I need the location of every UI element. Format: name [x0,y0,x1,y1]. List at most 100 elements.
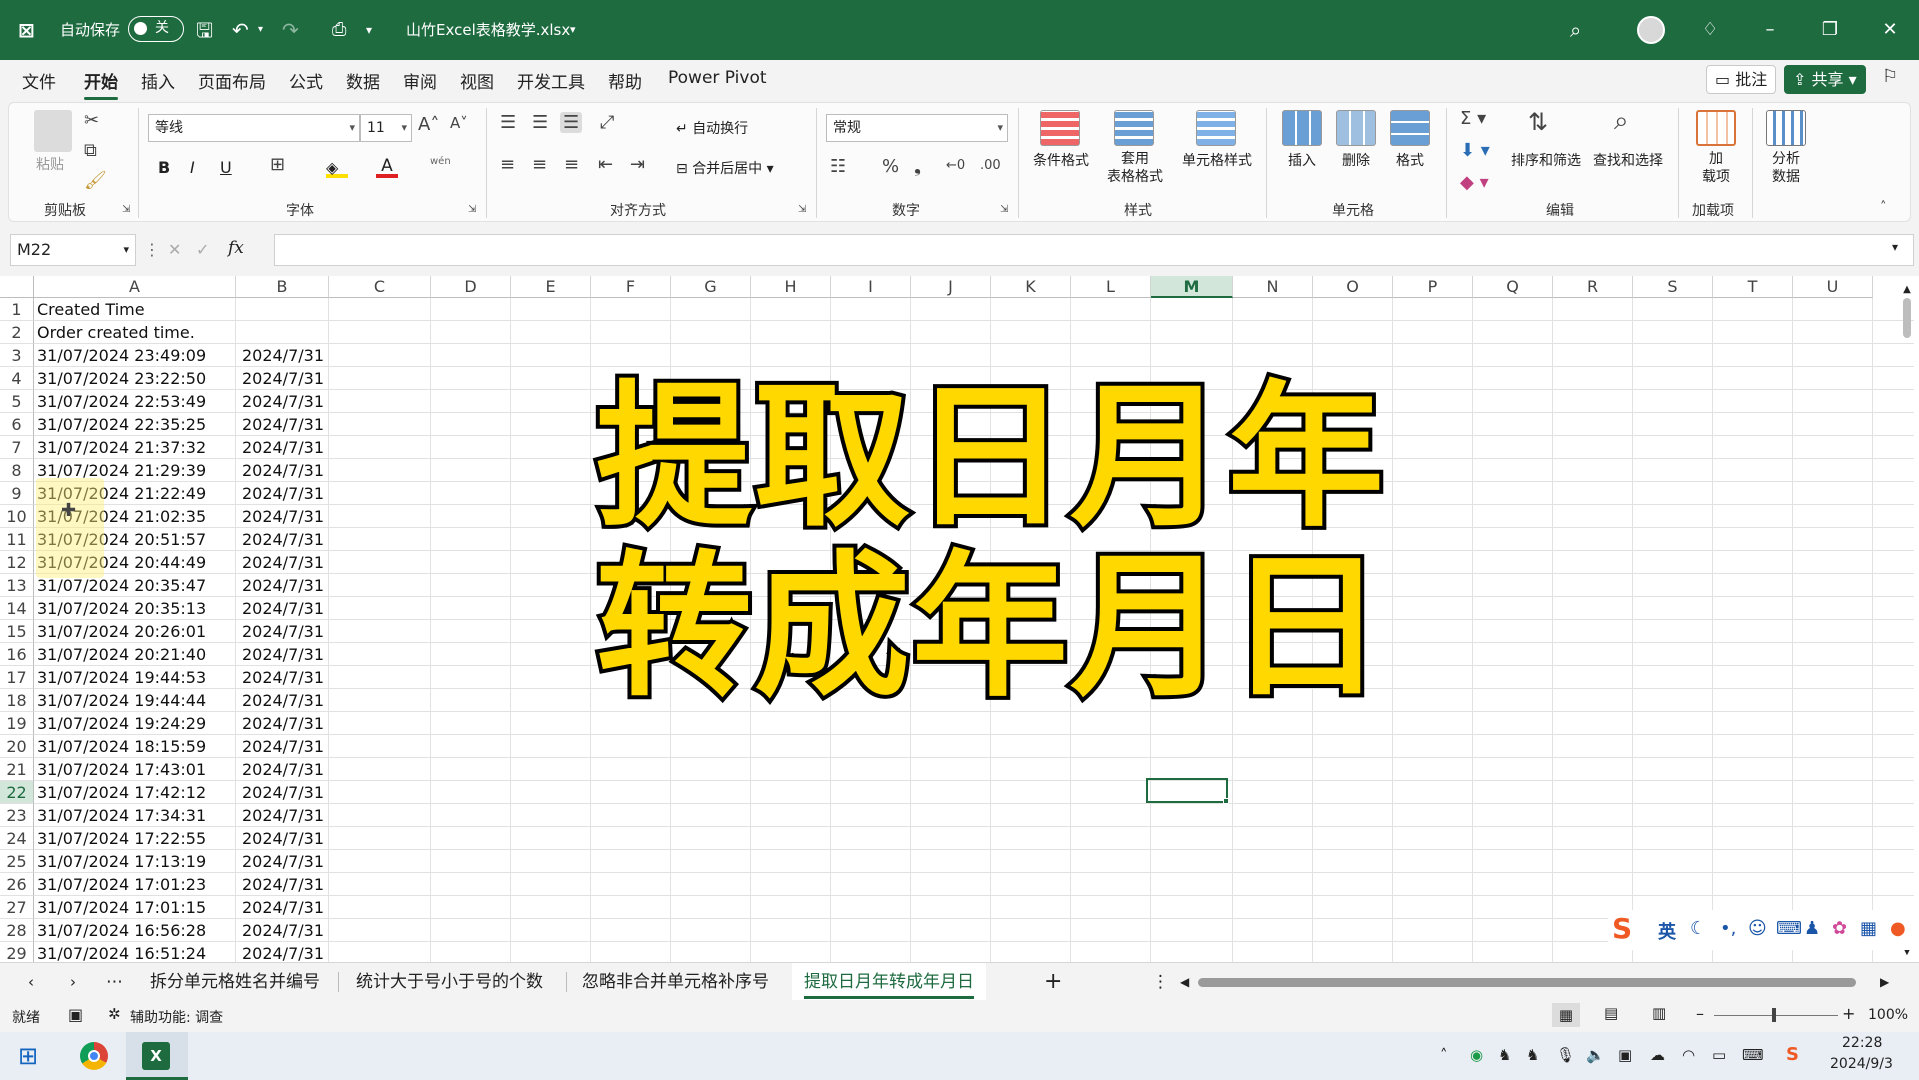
tab-review[interactable]: 审阅 [403,68,437,93]
row-header[interactable]: 3 [0,344,34,367]
cell-B[interactable] [236,321,324,344]
tray-qq-icon[interactable]: ♞ [1498,1046,1511,1064]
tray-battery-icon[interactable]: ▭ [1712,1046,1726,1064]
percent-icon[interactable]: % [882,156,899,177]
column-header-N[interactable]: N [1233,276,1313,298]
cell-A[interactable]: 31/07/2024 23:22:50 [37,367,206,390]
font-color-icon[interactable]: A [376,156,398,178]
insert-function-button[interactable]: fx [228,238,244,258]
taskbar-date[interactable]: 2024/9/3 [1830,1056,1893,1072]
column-header-P[interactable]: P [1393,276,1473,298]
row-header[interactable]: 28 [0,919,34,942]
hscroll-right-icon[interactable]: ▶ [1880,963,1889,1001]
row-header[interactable]: 17 [0,666,34,689]
sheet-tab-active[interactable]: 提取日月年转成年月日 [792,963,986,1001]
bold-button[interactable]: B [158,158,170,177]
tray-volume-icon[interactable]: 🔈 [1586,1046,1605,1064]
save-icon[interactable]: 🖫 [196,0,213,60]
paste-label[interactable]: 粘贴 [36,154,64,174]
ime-punct-icon[interactable]: •, [1720,918,1736,939]
find-select-button[interactable]: 查找和选择 [1588,150,1668,170]
merge-center-button[interactable]: ⊟ 合并后居中 ▾ [676,158,774,178]
tray-qq2-icon[interactable]: ♞ [1526,1046,1539,1064]
font-name-select[interactable]: 等线 ▾ [148,114,360,142]
tray-wechat-icon[interactable]: ◉ [1470,1046,1483,1064]
tray-display-icon[interactable]: ▣ [1618,1046,1632,1064]
cell-B[interactable]: 2024/7/31 [236,597,324,620]
cell-A[interactable]: 31/07/2024 22:35:25 [37,413,206,436]
column-header-T[interactable]: T [1713,276,1793,298]
row-header[interactable]: 1 [0,298,34,321]
zoom-out-icon[interactable]: – [1696,1004,1704,1023]
excel-taskbar-button[interactable]: X [126,1032,188,1080]
column-header-R[interactable]: R [1553,276,1633,298]
cell-A[interactable]: 31/07/2024 19:24:29 [37,712,206,735]
cancel-icon[interactable]: ✕ [168,240,181,259]
cell-B[interactable]: 2024/7/31 [236,505,324,528]
accessibility-status[interactable]: 辅助功能: 调查 [130,1007,223,1027]
collapse-ribbon-icon[interactable]: ˄ [1880,200,1887,215]
cell-B[interactable]: 2024/7/31 [236,735,324,758]
fill-handle[interactable] [1223,798,1229,804]
cell-A[interactable]: 31/07/2024 17:01:15 [37,896,206,919]
hscroll-left-icon[interactable]: ◀ [1180,963,1189,1001]
active-cell-M22[interactable] [1146,778,1228,803]
expand-formula-icon[interactable]: ▾ [1892,240,1898,254]
name-box[interactable]: M22 ▾ [10,234,136,266]
conditional-formatting-icon[interactable] [1040,110,1080,146]
cell-B[interactable]: 2024/7/31 [236,781,324,804]
insert-cells-button[interactable]: 插入 [1280,150,1324,170]
number-launcher-icon[interactable]: ⇲ [1000,204,1008,215]
align-middle-icon[interactable]: ☰ [532,112,548,133]
analyze-data-button[interactable]: 分析 数据 [1764,150,1808,186]
cell-A[interactable]: Order created time. [37,321,195,344]
taskbar-time[interactable]: 22:28 [1842,1035,1882,1051]
sheet-tab[interactable]: 忽略非合并单元格补序号 [582,963,769,1001]
cell-styles-icon[interactable] [1196,110,1236,146]
row-header[interactable]: 24 [0,827,34,850]
tray-cloud-icon[interactable]: ☁ [1650,1046,1665,1064]
alignment-launcher-icon[interactable]: ⇲ [798,204,806,215]
decrease-font-icon[interactable]: A˅ [450,114,468,132]
avatar[interactable] [1637,16,1665,44]
align-top-icon[interactable]: ☰ [500,112,516,133]
align-right-icon[interactable]: ≡ [564,154,579,175]
format-as-table-icon[interactable] [1114,110,1154,146]
filename-chevron-icon[interactable]: ▾ [570,0,576,60]
format-cells-icon[interactable] [1390,110,1430,146]
cell-B[interactable]: 2024/7/31 [236,919,324,942]
tab-insert[interactable]: 插入 [141,68,175,93]
copy-icon[interactable]: ⧉ [84,140,97,161]
phonetic-icon[interactable]: wén [430,156,451,167]
column-header-B[interactable]: B [236,276,329,298]
format-as-table-button[interactable]: 套用 表格格式 [1096,150,1174,186]
column-header-S[interactable]: S [1633,276,1713,298]
ime-mascot-icon[interactable]: ● [1890,918,1906,939]
cell-B[interactable] [236,298,324,321]
column-header-J[interactable]: J [911,276,991,298]
cell-B[interactable]: 2024/7/31 [236,758,324,781]
cell-B[interactable]: 2024/7/31 [236,390,324,413]
cell-A[interactable]: 31/07/2024 19:44:44 [37,689,206,712]
tab-formulas[interactable]: 公式 [289,68,323,93]
clear-icon[interactable]: ◆ ▾ [1460,172,1489,193]
column-header-H[interactable]: H [751,276,831,298]
ime-user-icon[interactable]: ♟ [1804,918,1820,939]
cell-B[interactable]: 2024/7/31 [236,551,324,574]
cell-B[interactable]: 2024/7/31 [236,850,324,873]
horizontal-scrollbar-thumb[interactable] [1198,978,1856,987]
cell-B[interactable]: 2024/7/31 [236,804,324,827]
tray-expand-icon[interactable]: ˄ [1440,1046,1448,1064]
row-header[interactable]: 13 [0,574,34,597]
tab-data[interactable]: 数据 [346,68,380,93]
column-header-C[interactable]: C [329,276,431,298]
ime-toolbar[interactable]: S 英 ☾ •, ☺ ⌨ ♟ ✿ ▦ ● [1608,910,1916,950]
sort-filter-button[interactable]: 排序和筛选 [1506,150,1586,170]
restore-icon[interactable]: ❐ [1800,0,1860,60]
ime-emoji-icon[interactable]: ☺ [1748,918,1767,939]
tabs-splitter-icon[interactable]: ⋮ [1152,963,1169,1001]
cell-B[interactable]: 2024/7/31 [236,896,324,919]
undo-dropdown-icon[interactable]: ▾ [258,0,263,60]
row-header[interactable]: 11 [0,528,34,551]
formula-input[interactable] [274,234,1914,266]
